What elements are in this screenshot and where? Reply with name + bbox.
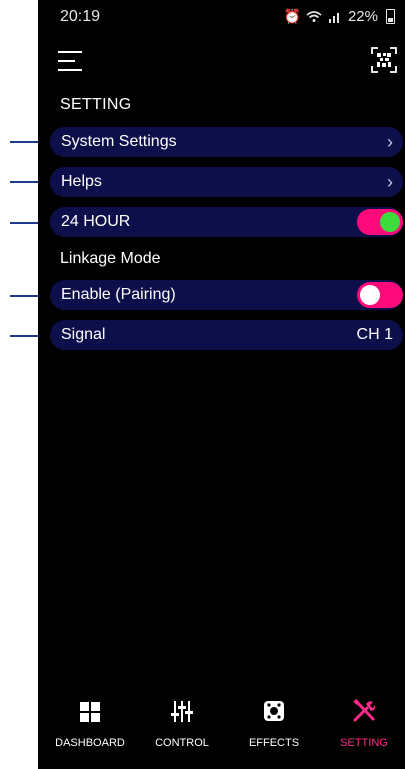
- system-settings-row[interactable]: System Settings ›: [50, 127, 403, 157]
- alarm-icon: ⏰: [283, 8, 301, 24]
- tools-icon: [353, 698, 376, 722]
- signal-icon: [328, 13, 339, 23]
- system-settings-label: System Settings: [61, 133, 177, 150]
- status-time: 20:19: [60, 8, 101, 25]
- status-icons: ⏰ 22%: [284, 8, 395, 25]
- nav-label: CONTROL: [155, 737, 209, 749]
- nav-effects[interactable]: EFFECTS: [228, 698, 320, 749]
- sliders-icon: [171, 701, 193, 722]
- chevron-right-icon: ›: [387, 171, 393, 192]
- bottom-nav: DASHBOARD CONTROL EFFECTS SETTING: [38, 698, 405, 769]
- nav-control[interactable]: CONTROL: [136, 698, 228, 749]
- linkage-mode-heading: Linkage Mode: [60, 250, 161, 267]
- nav-label: SETTING: [340, 737, 388, 749]
- helps-label: Helps: [61, 173, 102, 190]
- helps-row[interactable]: Helps ›: [50, 167, 403, 197]
- nav-dashboard[interactable]: DASHBOARD: [44, 698, 136, 749]
- enable-pairing-row: Enable (Pairing): [50, 280, 403, 310]
- battery-icon: [386, 9, 395, 24]
- wifi-icon: [306, 11, 322, 22]
- toggle-knob: [360, 285, 380, 305]
- enable-pairing-toggle[interactable]: [357, 282, 403, 308]
- hour24-row: 24 HOUR: [50, 207, 403, 237]
- qr-scan-icon[interactable]: [371, 47, 397, 73]
- battery-percent: 22%: [347, 8, 378, 25]
- signal-value: CH 1: [356, 326, 393, 343]
- app-screen: 20:19 ⏰ 22% SETTING System Settings › He…: [38, 0, 405, 769]
- signal-label: Signal: [61, 326, 106, 343]
- grid-icon: [80, 702, 100, 722]
- menu-icon[interactable]: [58, 49, 84, 73]
- nav-label: DASHBOARD: [55, 737, 125, 749]
- chevron-right-icon: ›: [387, 131, 393, 152]
- status-bar: 20:19 ⏰ 22%: [38, 0, 405, 36]
- nav-label: EFFECTS: [248, 737, 300, 749]
- effects-icon: [264, 701, 284, 721]
- toggle-knob: [380, 212, 400, 232]
- nav-setting[interactable]: SETTING: [318, 698, 405, 749]
- hour24-toggle[interactable]: [357, 209, 403, 235]
- page-title: SETTING: [60, 96, 132, 113]
- signal-row[interactable]: Signal CH 1: [50, 320, 403, 350]
- enable-pairing-label: Enable (Pairing): [61, 286, 176, 303]
- hour24-label: 24 HOUR: [61, 213, 131, 230]
